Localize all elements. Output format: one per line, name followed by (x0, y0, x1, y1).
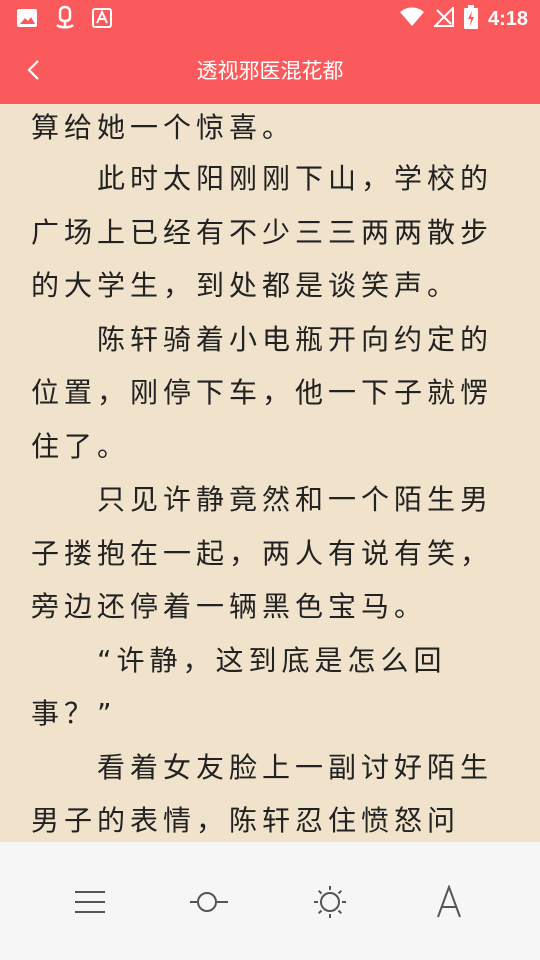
battery-charging-icon (463, 5, 478, 33)
text-line: 旁边还停着一辆黑色宝马。 (31, 590, 428, 623)
brightness-button[interactable] (310, 882, 350, 922)
status-time: 4:18 (487, 7, 528, 30)
menu-button[interactable] (70, 882, 110, 922)
brightness-icon (314, 886, 346, 918)
text-line: 此时太阳刚刚下山，学校的 (31, 162, 494, 195)
status-bar: 4:18 (0, 0, 540, 36)
font-app-icon (92, 8, 112, 32)
app-bar: 透视邪医混花都 (0, 36, 540, 104)
text-line: 广场上已经有不少三三两两散步 (31, 215, 494, 249)
text-line: 陈轩骑着小电瓶开向约定的 (31, 322, 494, 356)
no-signal-icon (432, 5, 454, 31)
wifi-icon (399, 7, 424, 31)
text-line: 算给她一个惊喜。 (31, 111, 296, 144)
bottom-toolbar (0, 842, 540, 960)
font-icon (437, 885, 461, 918)
reader-content: 算给她一个惊喜。 此时太阳刚刚下山，学校的 广场上已经有不少三三两两散步 的大学… (31, 104, 511, 842)
text-line: 的大学生，到处都是谈笑声。 (31, 269, 461, 302)
image-icon (16, 7, 38, 33)
font-button[interactable] (429, 882, 469, 922)
page-title: 透视邪医混花都 (196, 59, 344, 83)
bug-app-icon (52, 5, 78, 35)
text-line: “许静，这到底是怎么回 (31, 643, 447, 677)
text-line: 子搂抱在一起，两人有说有笑， (31, 536, 494, 570)
text-line: 住了。 (31, 429, 131, 463)
text-line: 位置，刚停下车，他一下子就愣 (31, 376, 494, 409)
menu-icon (75, 891, 105, 913)
text-line: 男子的表情，陈轩忍住愤怒问 (31, 804, 461, 837)
progress-icon (190, 892, 228, 912)
text-line: 只见许静竟然和一个陌生男 (31, 483, 494, 516)
progress-button[interactable] (189, 882, 229, 922)
text-line: 事？” (31, 697, 117, 730)
text-line: 看着女友脸上一副讨好陌生 (31, 750, 494, 784)
